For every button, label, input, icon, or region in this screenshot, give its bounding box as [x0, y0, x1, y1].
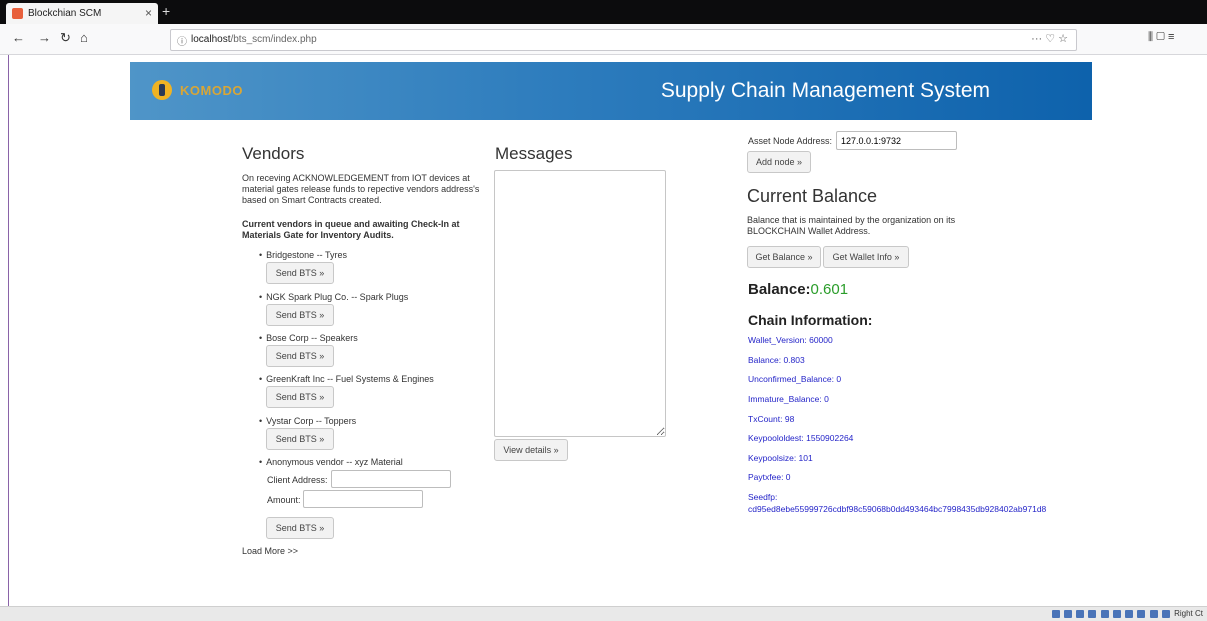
load-more-link[interactable]: Load More >> — [242, 546, 298, 557]
send-bts-button[interactable]: Send BTS » — [266, 304, 334, 326]
view-details-button[interactable]: View details » — [494, 439, 568, 461]
reload-icon[interactable]: ↻ — [60, 30, 71, 46]
vendor-item: NGK Spark Plug Co. -- Spark Plugs — [259, 292, 408, 302]
library-menu-icons[interactable]: ⫼ ▢ ≡ — [1148, 31, 1174, 44]
vendor-item: Bridgestone -- Tyres — [259, 250, 347, 260]
messages-heading: Messages — [495, 144, 573, 163]
chain-info-item: Keypoolsize: 101 — [748, 453, 813, 463]
vm-usb-icon[interactable] — [1100, 609, 1109, 618]
seedfp-label: Seedfp: — [748, 492, 778, 502]
vendor-item: Bose Corp -- Speakers — [259, 333, 358, 343]
new-tab-icon[interactable]: + — [162, 3, 170, 19]
vendors-description: On receving ACKNOWLEDGEMENT from IOT dev… — [242, 173, 480, 205]
logo-text: KOMODO — [180, 83, 243, 98]
vm-disk-icon[interactable] — [1051, 609, 1060, 618]
vm-status-bar — [0, 606, 1207, 621]
tab-close-icon[interactable]: × — [145, 6, 152, 20]
send-bts-button[interactable]: Send BTS » — [266, 262, 334, 284]
page-title: Supply Chain Management System — [660, 79, 990, 102]
vendors-heading: Vendors — [242, 144, 305, 163]
get-balance-button[interactable]: Get Balance » — [747, 246, 821, 268]
back-icon[interactable]: ← — [12, 30, 25, 45]
amount-label: Amount: — [267, 495, 301, 505]
chain-info-item: TxCount: 98 — [748, 414, 795, 424]
vm-network-icon[interactable] — [1088, 609, 1097, 618]
vendors-subheading: Current vendors in queue and awaiting Ch… — [242, 219, 460, 240]
vendor-item-anonymous: Anonymous vendor -- xyz Material — [259, 457, 403, 467]
get-wallet-info-button[interactable]: Get Wallet Info » — [823, 246, 909, 268]
chain-info-item: Keypoololdest: 1550902264 — [748, 433, 854, 443]
seedfp-value: cd95ed8ebe55999726cdbf98c59068b0dd493464… — [748, 504, 1047, 514]
send-bts-button[interactable]: Send BTS » — [266, 428, 334, 450]
vm-display-icon[interactable] — [1125, 609, 1134, 618]
balance-row: Balance:0.601 — [748, 281, 848, 298]
vm-capture-icon[interactable] — [1137, 609, 1146, 618]
vm-status-icons: Right Ct — [1051, 609, 1203, 619]
asset-node-input[interactable] — [836, 131, 957, 150]
host-key-label: Right Ct — [1174, 609, 1203, 618]
add-node-button[interactable]: Add node » — [747, 151, 811, 173]
client-address-input[interactable] — [331, 470, 451, 488]
current-balance-heading: Current Balance — [747, 186, 878, 206]
asset-node-label: Asset Node Address: — [748, 136, 833, 146]
balance-label: Balance: — [748, 281, 811, 298]
chain-info-item: Balance: 0.803 — [748, 355, 805, 365]
messages-textarea[interactable] — [494, 170, 666, 437]
header-banner: KOMODO Supply Chain Management System — [130, 62, 1092, 120]
vm-keyboard-icon[interactable] — [1161, 609, 1170, 618]
forward-icon[interactable]: → — [38, 30, 51, 45]
vm-shared-folder-icon[interactable] — [1112, 609, 1121, 618]
url-path: /bts_scm/index.php — [230, 34, 317, 45]
komodo-logo-icon — [152, 80, 172, 100]
chain-info-item: Immature_Balance: 0 — [748, 394, 829, 404]
balance-value: 0.601 — [810, 281, 849, 298]
send-bts-button[interactable]: Send BTS » — [266, 345, 334, 367]
vm-mouse-icon[interactable] — [1149, 609, 1158, 618]
balance-description: Balance that is maintained by the organi… — [747, 215, 956, 236]
vm-optical-icon[interactable] — [1063, 609, 1072, 618]
vendor-item: GreenKraft Inc -- Fuel Systems & Engines — [259, 374, 434, 384]
favicon-icon — [12, 8, 23, 19]
page-actions-icon[interactable]: ··· ♡ ☆ — [1031, 32, 1068, 45]
chain-info-item: Unconfirmed_Balance: 0 — [748, 374, 842, 384]
vendor-item: Vystar Corp -- Toppers — [259, 416, 356, 426]
send-bts-button-anonymous[interactable]: Send BTS » — [266, 517, 334, 539]
amount-input[interactable] — [303, 490, 423, 508]
browser-tab-bar — [0, 0, 1207, 24]
vm-audio-icon[interactable] — [1076, 609, 1085, 618]
send-bts-button[interactable]: Send BTS » — [266, 386, 334, 408]
browser-tab[interactable]: Blockchian SCM × — [6, 3, 158, 24]
client-address-label: Client Address: — [267, 475, 328, 485]
chain-info-item: Wallet_Version: 60000 — [748, 335, 833, 345]
info-icon[interactable]: ⓘ — [177, 33, 187, 48]
url-host: localhost — [191, 34, 231, 45]
chain-information-heading: Chain Information: — [748, 312, 873, 328]
home-icon[interactable]: ⌂ — [80, 30, 88, 45]
url-bar[interactable]: ⓘ localhost/bts_scm/index.php ··· ♡ ☆ — [170, 29, 1077, 51]
page-left-border — [8, 55, 9, 607]
tab-title: Blockchian SCM — [28, 8, 102, 19]
chain-info-item: Paytxfee: 0 — [748, 472, 791, 482]
